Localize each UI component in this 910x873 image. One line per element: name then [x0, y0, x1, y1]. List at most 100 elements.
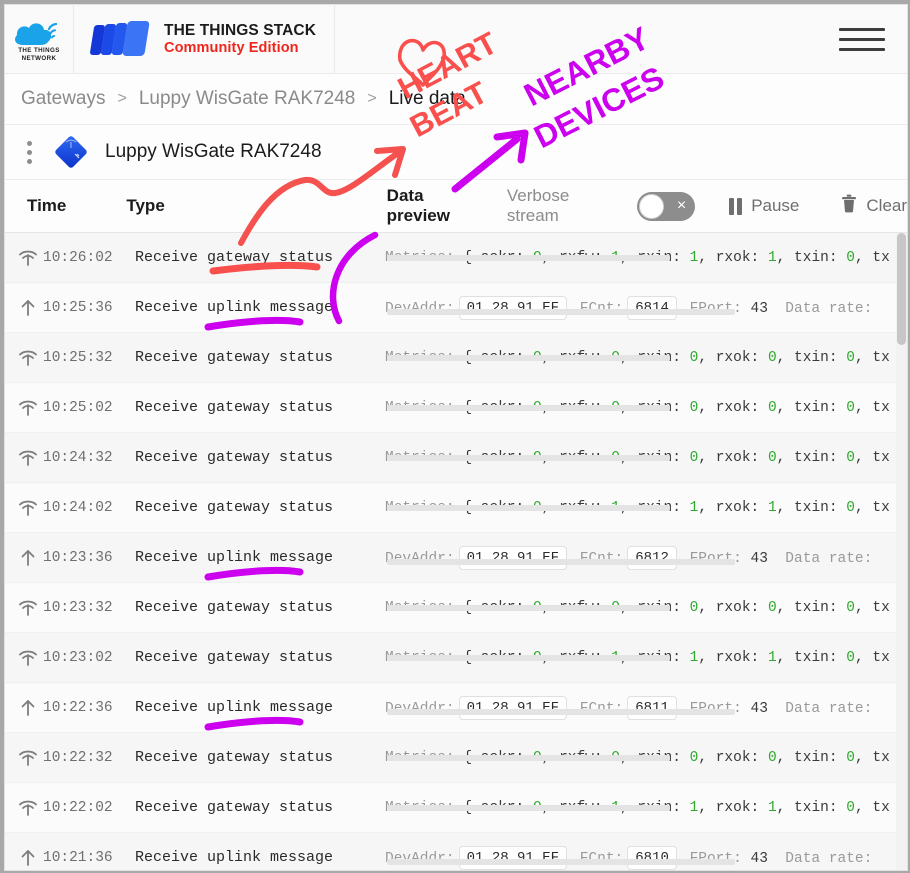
verbose-stream-toggle[interactable]: ×	[637, 191, 696, 221]
row-type: Receive gateway status	[135, 449, 334, 466]
gateway-header-row: Luppy WisGate RAK7248	[5, 125, 907, 180]
row-time: 10:22:02	[43, 799, 113, 816]
table-row[interactable]: 10:22:32 Receive gateway status Metrics: {…	[5, 733, 907, 783]
table-row[interactable]: 10:26:02 Receive gateway status Metrics: {…	[5, 233, 907, 283]
row-data-preview: Metrics: { ackr: 0, rxfw: 0, rxin: 0, rx…	[385, 750, 907, 766]
clear-button[interactable]: Clear	[841, 194, 907, 218]
row-type: Receive gateway status	[135, 749, 334, 766]
pause-icon	[729, 197, 743, 215]
uplink-icon	[5, 299, 43, 317]
things-stack-brand-cell[interactable]: THE THINGS STACK Community Edition	[74, 5, 336, 73]
gateway-status-icon	[5, 600, 43, 616]
row-type: Receive gateway status	[135, 499, 334, 516]
breadcrumb-item-gateway-name[interactable]: Luppy WisGate RAK7248	[139, 88, 356, 110]
row-data-preview: Metrics: { ackr: 0, rxfw: 0, rxin: 0, rx…	[385, 600, 907, 616]
stream-scrollbar-thumb[interactable]	[897, 233, 906, 345]
table-row[interactable]: 10:25:36 Receive uplink message DevAddr:01…	[5, 283, 907, 333]
row-time: 10:25:32	[43, 349, 113, 366]
stack-cards-icon	[89, 21, 152, 57]
gateway-status-icon	[5, 650, 43, 666]
gateway-status-icon	[5, 400, 43, 416]
row-type: Receive gateway status	[135, 649, 334, 666]
table-row[interactable]: 10:23:02 Receive gateway status Metrics: {…	[5, 633, 907, 683]
gateway-status-icon	[5, 350, 43, 366]
fcnt-chip: 6811	[627, 695, 677, 720]
gateway-status-icon	[5, 450, 43, 466]
verbose-stream-label: Verbose stream	[506, 186, 570, 225]
row-data-preview: Metrics: { ackr: 0, rxfw: 0, rxin: 0, rx…	[385, 350, 907, 366]
row-data-preview: Metrics: { ackr: 0, rxfw: 1, rxin: 1, rx…	[385, 650, 907, 666]
row-data-preview: DevAddr:01 28 91 EF FCnt:6810 FPort: 43 …	[385, 845, 907, 870]
devaddr-chip: 01 28 91 EF	[458, 695, 568, 720]
table-row[interactable]: 10:21:36 Receive uplink message DevAddr:01…	[5, 833, 907, 870]
breadcrumb-item-gateways[interactable]: Gateways	[21, 88, 105, 110]
toggle-knob	[639, 193, 665, 219]
row-time: 10:23:36	[43, 549, 113, 566]
table-row[interactable]: 10:22:02 Receive gateway status Metrics: {…	[5, 783, 907, 833]
gateway-status-icon	[5, 500, 43, 516]
table-row[interactable]: 10:23:36 Receive uplink message DevAddr:01…	[5, 533, 907, 583]
gateway-status-icon	[5, 250, 43, 266]
row-time: 10:24:02	[43, 499, 113, 516]
table-row[interactable]: 10:24:02 Receive gateway status Metrics: {…	[5, 483, 907, 533]
app-window: THE THINGS NETWORK THE THINGS STACK Comm…	[4, 4, 908, 871]
devaddr-chip: 01 28 91 EF	[458, 845, 568, 870]
row-type: Receive gateway status	[135, 599, 334, 616]
top-bar: THE THINGS NETWORK THE THINGS STACK Comm…	[5, 5, 907, 74]
gateway-name: Luppy WisGate RAK7248	[105, 141, 322, 162]
stack-subtitle: Community Edition	[164, 39, 299, 56]
row-time: 10:23:02	[43, 649, 113, 666]
row-data-preview: DevAddr:01 28 91 EF FCnt:6811 FPort: 43 …	[385, 695, 907, 720]
row-data-preview: Metrics: { ackr: 0, rxfw: 1, rxin: 1, rx…	[385, 250, 907, 266]
hamburger-menu-icon[interactable]	[831, 5, 907, 73]
row-time: 10:24:32	[43, 449, 113, 466]
live-data-stream[interactable]: 10:21:36 Receive uplink message DevAddr:01…	[5, 233, 907, 870]
pause-button[interactable]: Pause	[729, 196, 799, 216]
trash-icon	[841, 194, 857, 218]
stream-scrollbar-track[interactable]	[896, 233, 907, 870]
row-type: Receive uplink message	[135, 299, 334, 316]
data-preview-label: Data preview	[386, 186, 450, 225]
table-row[interactable]: 10:24:32 Receive gateway status Metrics: {…	[5, 433, 907, 483]
devaddr-chip: 01 28 91 EF	[458, 295, 568, 320]
top-bar-spacer	[335, 5, 831, 73]
table-row[interactable]: 10:25:02 Receive gateway status Metrics: {…	[5, 383, 907, 433]
row-time: 10:26:02	[43, 249, 113, 266]
the-things-network-logo-icon: THE THINGS NETWORK	[11, 14, 67, 64]
ttn-brand-cell[interactable]: THE THINGS NETWORK	[5, 5, 74, 73]
ttn-logo-line1: THE THINGS	[18, 47, 60, 55]
row-time: 10:25:02	[43, 399, 113, 416]
gateway-status-icon	[5, 750, 43, 766]
gateway-status-icon	[5, 800, 43, 816]
gateway-diamond-icon	[51, 132, 91, 172]
breadcrumb-separator: >	[367, 90, 377, 107]
row-data-preview: Metrics: { ackr: 0, rxfw: 0, rxin: 0, rx…	[385, 400, 907, 416]
row-type: Receive gateway status	[135, 799, 334, 816]
row-type: Receive gateway status	[135, 249, 334, 266]
uplink-icon	[5, 849, 43, 867]
stack-title: THE THINGS STACK	[164, 22, 317, 40]
clear-label: Clear	[866, 196, 908, 215]
table-row[interactable]: 10:25:32 Receive gateway status Metrics: {…	[5, 333, 907, 383]
pause-label: Pause	[751, 196, 800, 215]
row-type: Receive uplink message	[135, 549, 334, 566]
things-stack-title-block: THE THINGS STACK Community Edition	[164, 22, 316, 56]
row-type: Receive gateway status	[135, 349, 334, 366]
toggle-off-icon: ×	[676, 197, 687, 214]
row-data-preview: Metrics: { ackr: 0, rxfw: 0, rxin: 0, rx…	[385, 450, 907, 466]
column-header-type: Type	[126, 196, 165, 215]
devaddr-chip: 01 28 91 EF	[458, 545, 568, 570]
uplink-icon	[5, 549, 43, 567]
more-vertical-icon[interactable]	[21, 140, 37, 164]
ttn-logo-wordmark: THE THINGS NETWORK	[11, 47, 67, 62]
breadcrumb-item-live-data[interactable]: Live data	[389, 88, 466, 110]
fcnt-chip: 6814	[627, 295, 677, 320]
breadcrumb-separator: >	[117, 90, 127, 107]
uplink-icon	[5, 699, 43, 717]
table-row[interactable]: 10:23:32 Receive gateway status Metrics: {…	[5, 583, 907, 633]
column-header-time: Time	[27, 196, 67, 215]
ttn-logo-line2: NETWORK	[21, 54, 57, 62]
fcnt-chip: 6812	[627, 545, 677, 570]
table-row[interactable]: 10:22:36 Receive uplink message DevAddr:01…	[5, 683, 907, 733]
row-data-preview: Metrics: { ackr: 0, rxfw: 1, rxin: 1, rx…	[385, 500, 907, 516]
